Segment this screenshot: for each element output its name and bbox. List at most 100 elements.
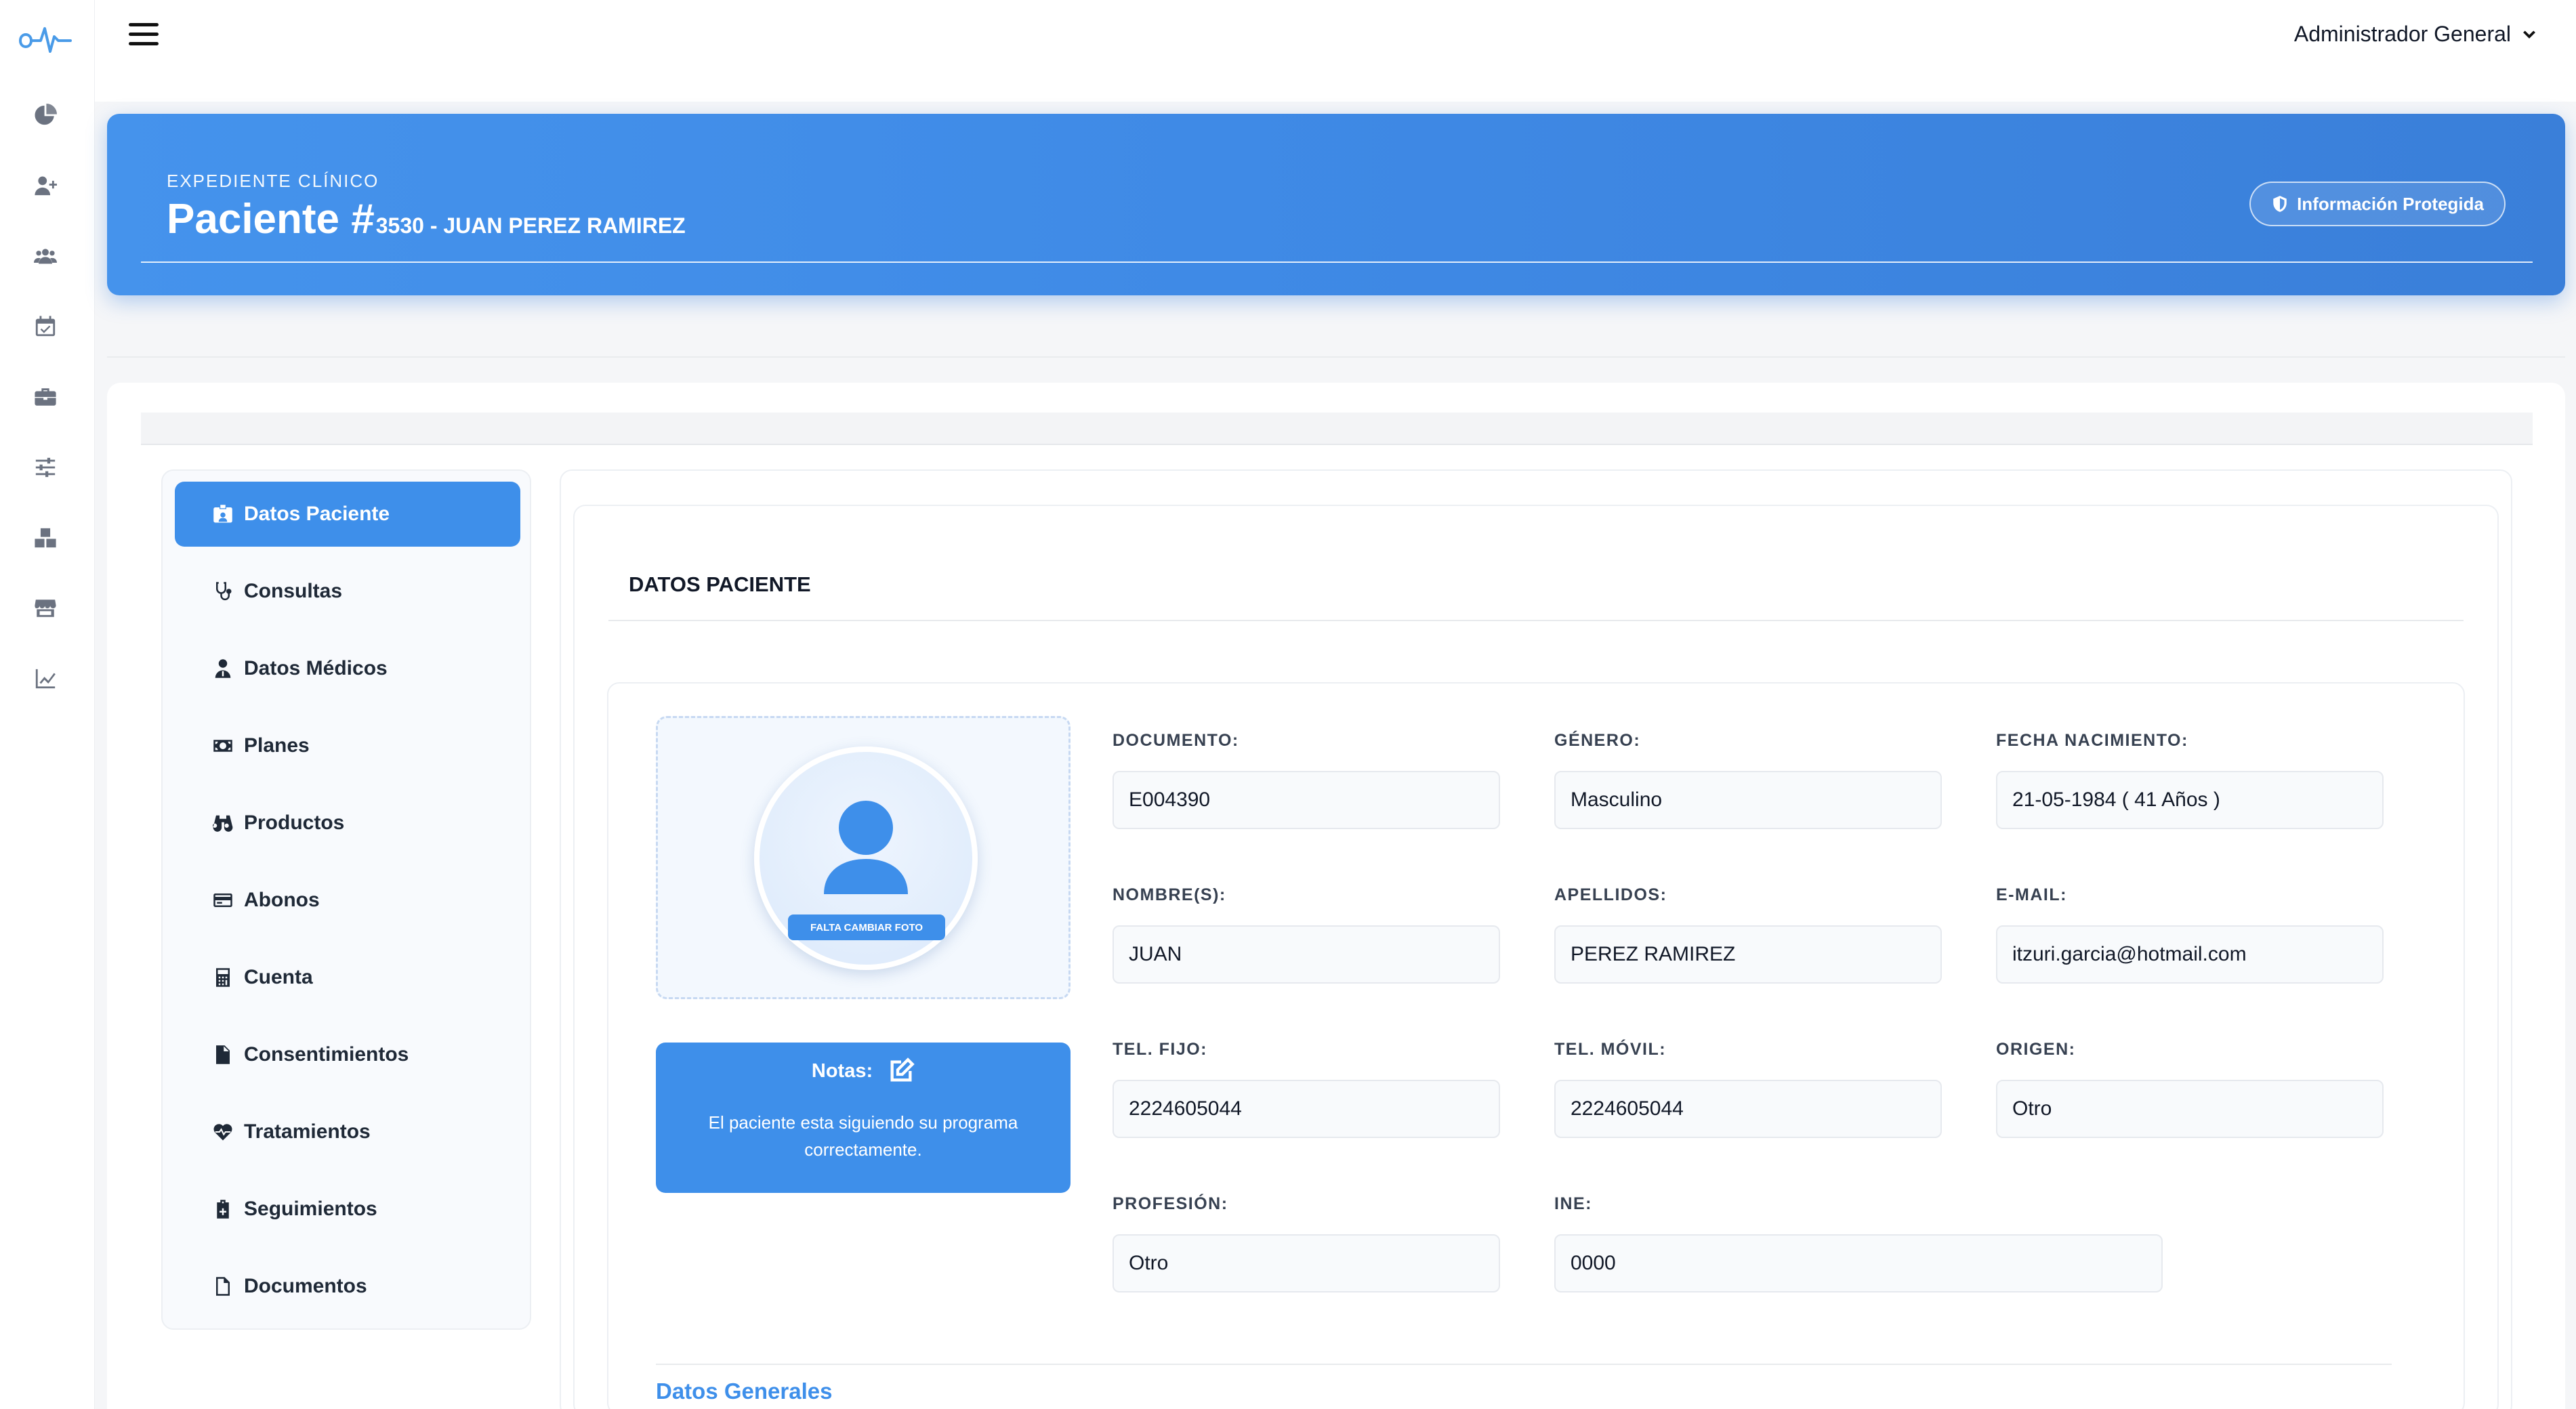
nav-item-seguimientos[interactable]: Seguimientos	[175, 1177, 520, 1242]
icon-rail	[0, 0, 95, 1409]
tel-movil-input[interactable]: 2224605044	[1554, 1080, 1942, 1138]
store-icon[interactable]	[30, 593, 60, 623]
patient-photo-dropzone[interactable]: FALTA CAMBIAR FOTO	[656, 716, 1071, 999]
clipboard-icon	[217, 1200, 229, 1219]
hamburger-menu-icon[interactable]	[129, 23, 159, 50]
genero-input[interactable]: Masculino	[1554, 771, 1942, 829]
nav-label: Productos	[244, 812, 345, 834]
chevron-down-icon	[2523, 30, 2535, 39]
binoculars-icon	[213, 815, 233, 832]
nav-item-productos[interactable]: Productos	[175, 791, 520, 856]
file-outline-icon	[216, 1277, 230, 1296]
user-silhouette-icon	[824, 801, 908, 894]
nav-item-tratamientos[interactable]: Tratamientos	[175, 1099, 520, 1164]
documento-input[interactable]: E004390	[1113, 771, 1500, 829]
field-fecha-nacimiento: FECHA NACIMIENTO: 21-05-1984 ( 41 Años )	[1996, 731, 2384, 829]
logo-icon[interactable]	[16, 18, 73, 58]
top-bar: Administrador General	[95, 0, 2576, 102]
nav-item-consentimientos[interactable]: Consentimientos	[175, 1022, 520, 1087]
profesion-input[interactable]: Otro	[1113, 1234, 1500, 1292]
nav-item-consultas[interactable]: Consultas	[175, 559, 520, 624]
card-toolbar	[141, 413, 2533, 445]
section-title-divider	[608, 620, 2464, 621]
email-input[interactable]: itzuri.garcia@hotmail.com	[1996, 925, 2384, 984]
nav-label: Consentimientos	[244, 1043, 409, 1066]
nav-label: Datos Paciente	[244, 503, 390, 525]
content-inner-card: DATOS PACIENTE FALTA CAMBIAR FOTO Notas:	[573, 505, 2499, 1409]
patient-nav: Datos Paciente Consultas Datos Médicos P…	[161, 469, 531, 1330]
nav-label: Planes	[244, 734, 310, 757]
sliders-icon[interactable]	[30, 453, 60, 482]
field-tel-fijo: TEL. FIJO: 2224605044	[1113, 1040, 1500, 1138]
field-label: TEL. MÓVIL:	[1554, 1040, 1667, 1059]
general-data-title[interactable]: Datos Generales	[656, 1379, 832, 1404]
patient-header-banner: EXPEDIENTE CLÍNICO Paciente #3530 - JUAN…	[107, 114, 2565, 295]
user-name: Administrador General	[2293, 22, 2511, 46]
field-label: E-MAIL:	[1996, 885, 2067, 904]
doctor-icon	[215, 659, 231, 678]
content-area: DATOS PACIENTE FALTA CAMBIAR FOTO Notas:	[560, 469, 2512, 1409]
title-main: Paciente #	[167, 196, 375, 243]
page-title: Paciente #3530 - JUAN PEREZ RAMIREZ	[167, 195, 686, 243]
nav-label: Abonos	[244, 889, 320, 911]
heart-pulse-icon	[213, 1124, 232, 1141]
tel-fijo-input[interactable]: 2224605044	[1113, 1080, 1500, 1138]
user-menu[interactable]: Administrador General	[2294, 22, 2538, 47]
field-nombre: NOMBRE(S): JUAN	[1113, 885, 1500, 984]
header-eyebrow: EXPEDIENTE CLÍNICO	[167, 171, 379, 191]
nav-item-abonos[interactable]: Abonos	[175, 868, 520, 933]
field-label: ORIGEN:	[1996, 1040, 2076, 1059]
photo-missing-tag: FALTA CAMBIAR FOTO	[788, 914, 945, 940]
nav-item-datos-medicos[interactable]: Datos Médicos	[175, 636, 520, 701]
field-label: NOMBRE(S):	[1113, 885, 1226, 904]
shield-icon	[2273, 196, 2287, 212]
boxes-icon[interactable]	[30, 523, 60, 553]
field-origen: ORIGEN: Otro	[1996, 1040, 2384, 1138]
fecha-nacimiento-input[interactable]: 21-05-1984 ( 41 Años )	[1996, 771, 2384, 829]
file-icon	[216, 1045, 230, 1064]
avatar: FALTA CAMBIAR FOTO	[754, 746, 978, 970]
calculator-icon	[216, 968, 230, 987]
nav-label: Seguimientos	[244, 1198, 377, 1220]
add-user-icon[interactable]	[30, 171, 60, 201]
title-patient-id: 3530 - JUAN PEREZ RAMIREZ	[375, 213, 686, 238]
patient-data-panel: FALTA CAMBIAR FOTO Notas: El paciente es…	[607, 682, 2465, 1409]
briefcase-icon[interactable]	[30, 382, 60, 412]
field-label: FECHA NACIMIENTO:	[1996, 731, 2188, 750]
credit-card-icon	[213, 893, 232, 907]
badge-label: Información Protegida	[2297, 193, 2484, 214]
money-bill-icon	[213, 740, 232, 752]
nav-label: Documentos	[244, 1275, 367, 1297]
id-card-icon	[213, 505, 232, 523]
calendar-check-icon[interactable]	[30, 312, 60, 341]
origen-input[interactable]: Otro	[1996, 1080, 2384, 1138]
nav-item-documentos[interactable]: Documentos	[175, 1254, 520, 1319]
nombre-input[interactable]: JUAN	[1113, 925, 1500, 984]
edit-icon[interactable]	[888, 1057, 915, 1085]
dashboard-icon[interactable]	[30, 100, 60, 130]
nav-label: Datos Médicos	[244, 657, 388, 679]
apellidos-input[interactable]: PEREZ RAMIREZ	[1554, 925, 1942, 984]
field-documento: DOCUMENTO: E004390	[1113, 731, 1500, 829]
nav-item-datos-paciente[interactable]: Datos Paciente	[175, 482, 520, 547]
field-label: INE:	[1554, 1194, 1592, 1213]
nav-item-cuenta[interactable]: Cuenta	[175, 945, 520, 1010]
stethoscope-icon	[216, 582, 232, 601]
notes-text: El paciente esta siguiendo su programa c…	[708, 1112, 1018, 1160]
main-card: Datos Paciente Consultas Datos Médicos P…	[107, 383, 2565, 1409]
notes-header: Notas:	[656, 1057, 1071, 1085]
notes-card: Notas: El paciente esta siguiendo su pro…	[656, 1043, 1071, 1193]
nav-item-planes[interactable]: Planes	[175, 713, 520, 778]
notes-title: Notas:	[811, 1059, 873, 1082]
field-label: APELLIDOS:	[1554, 885, 1667, 904]
protected-info-badge[interactable]: Información Protegida	[2249, 182, 2506, 226]
field-label: DOCUMENTO:	[1113, 731, 1239, 750]
field-label: PROFESIÓN:	[1113, 1194, 1228, 1213]
field-profesion: PROFESIÓN: Otro	[1113, 1194, 1500, 1292]
chart-line-icon[interactable]	[30, 664, 60, 694]
users-icon[interactable]	[30, 241, 60, 271]
field-email: E-MAIL: itzuri.garcia@hotmail.com	[1996, 885, 2384, 984]
nav-label: Tratamientos	[244, 1120, 371, 1143]
header-divider	[141, 261, 2533, 263]
ine-input[interactable]: 0000	[1554, 1234, 2163, 1292]
